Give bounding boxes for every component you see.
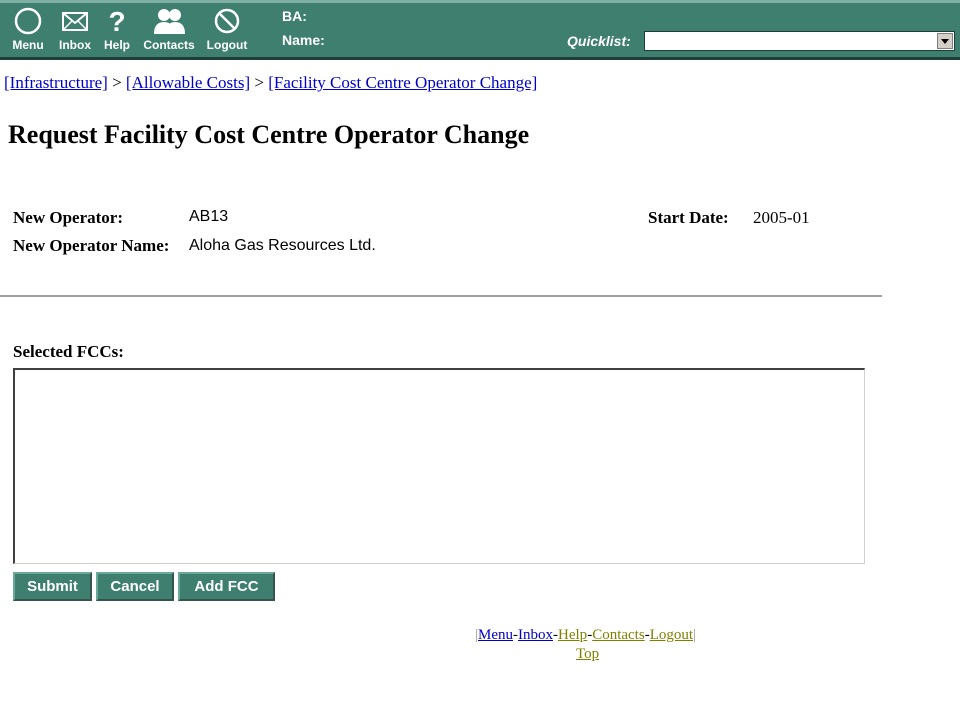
breadcrumb-separator: > [254, 73, 264, 92]
quicklist-select[interactable] [644, 31, 955, 51]
add-fcc-button[interactable]: Add FCC [178, 572, 275, 601]
selected-fccs-label: Selected FCCs: [13, 342, 124, 361]
no-entry-icon [214, 8, 240, 34]
chevron-down-icon[interactable] [937, 33, 953, 49]
section-divider [0, 295, 882, 297]
new-operator-name-value: Aloha Gas Resources Ltd. [189, 237, 376, 254]
start-date-label: Start Date: [648, 208, 729, 227]
footer-link-inbox[interactable]: Inbox [518, 627, 553, 643]
question-icon: ? [108, 6, 125, 36]
cancel-button[interactable]: Cancel [96, 572, 174, 601]
toolbar-top-edge [0, 0, 960, 3]
submit-button[interactable]: Submit [13, 572, 92, 601]
people-icon [154, 9, 185, 34]
help-button-label: Help [103, 38, 130, 52]
footer-link-logout[interactable]: Logout [650, 627, 693, 643]
ba-label: BA: [282, 8, 307, 24]
breadcrumb-fcc-operator-change[interactable]: [Facility Cost Centre Operator Change] [268, 73, 537, 92]
logout-button-label: Logout [206, 38, 248, 52]
top-toolbar: Menu Inbox ? Help Contacts Logout BA: Na… [0, 0, 960, 60]
contacts-button-label: Contacts [143, 38, 195, 52]
compass-icon [14, 7, 42, 35]
name-label: Name: [282, 32, 325, 48]
menu-button[interactable]: Menu [8, 6, 48, 54]
footer-bracket-right: | [693, 627, 697, 643]
breadcrumb: [Infrastructure] > [Allowable Costs] > [… [4, 73, 537, 93]
contacts-button[interactable]: Contacts [140, 6, 198, 54]
envelope-icon [62, 12, 88, 31]
breadcrumb-allowable-costs[interactable]: [Allowable Costs] [126, 73, 250, 92]
menu-button-label: Menu [12, 38, 44, 52]
footer-links: |Menu-Inbox-Help-Contacts-Logout| [475, 627, 696, 644]
new-operator-name-label: New Operator Name: [13, 236, 170, 255]
new-operator-label: New Operator: [13, 208, 123, 227]
start-date-value: 2005-01 [753, 208, 810, 227]
footer-link-top[interactable]: Top [576, 646, 599, 663]
inbox-button-label: Inbox [59, 38, 91, 52]
svg-text:?: ? [108, 6, 125, 36]
inbox-button[interactable]: Inbox [55, 6, 95, 54]
footer-link-menu[interactable]: Menu [478, 627, 513, 643]
page-title: Request Facility Cost Centre Operator Ch… [8, 120, 530, 149]
help-button[interactable]: ? Help [100, 6, 134, 54]
logout-button[interactable]: Logout [204, 6, 250, 54]
new-operator-value: AB13 [189, 208, 229, 225]
footer-link-contacts[interactable]: Contacts [592, 627, 645, 643]
footer-link-help[interactable]: Help [558, 627, 587, 643]
breadcrumb-separator: > [112, 73, 122, 92]
quicklist-label: Quicklist: [567, 33, 631, 49]
selected-fccs-list[interactable] [13, 368, 865, 564]
breadcrumb-infrastructure[interactable]: [Infrastructure] [4, 73, 108, 92]
